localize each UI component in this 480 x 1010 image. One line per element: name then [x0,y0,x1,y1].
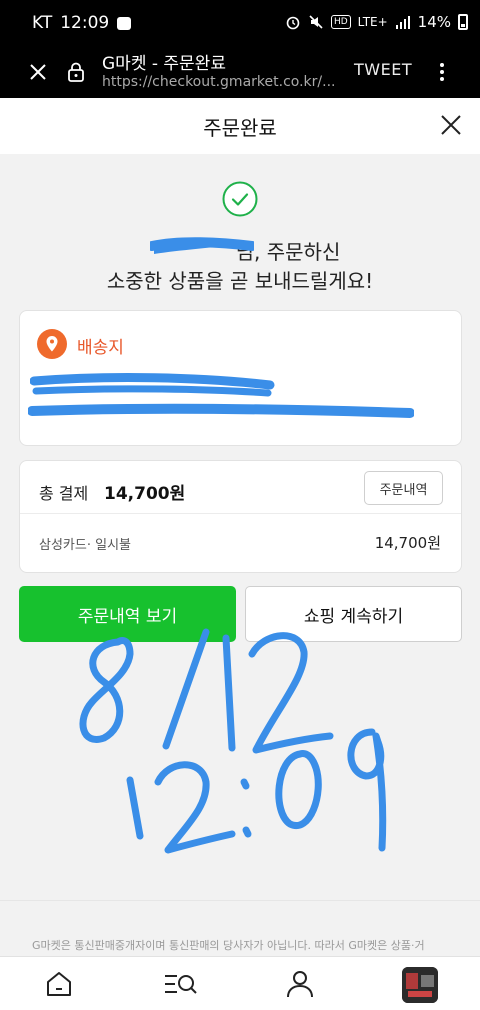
my-page-icon [287,971,313,998]
clock: 12:09 [60,13,110,33]
nav-my-page-button[interactable] [280,965,320,1003]
browser-page-title: G마켓 - 주문완료 [102,54,226,74]
page-header: 주문완료 [0,98,480,154]
close-page-button[interactable] [436,110,466,140]
recent-item-thumbnail[interactable] [402,967,438,1003]
bottom-navigation [0,956,480,1010]
more-options-button[interactable] [430,58,454,86]
divider [20,513,461,514]
redacted-name-scribble [150,237,254,254]
continue-shopping-button[interactable]: 쇼핑 계속하기 [245,586,462,642]
message-notification-icon [117,16,132,30]
total-payment-value: 14,700원 [104,484,186,504]
lock-icon [68,62,84,82]
signal-icon [395,16,410,29]
redacted-address-line-2 [28,403,414,418]
home-icon [47,972,71,996]
battery-percent: 14% [417,13,451,31]
confirmation-line-2: 소중한 상품을 곧 보내드릴게요! [106,269,374,293]
total-payment-label: 총 결제 [39,484,89,503]
category-search-icon [165,975,197,994]
status-bar: KT 12:09 HD LTE+ 14% [0,0,480,46]
close-icon [441,115,461,135]
battery-icon [458,14,468,30]
success-check-icon [222,181,258,217]
browser-toolbar: G마켓 - 주문완료 https://checkout.gmarket.co.k… [0,46,480,98]
payment-method: 삼성카드· 일시불 [39,538,131,553]
carrier-label: KT [32,13,53,33]
payment-amount: 14,700원 [374,534,441,552]
hd-voice-badge: HD [330,15,351,29]
nav-category-search-button[interactable] [160,965,200,1003]
close-browser-button[interactable] [22,56,54,88]
nav-home-button[interactable] [39,965,79,1003]
alarm-icon [286,16,300,30]
location-pin-icon [37,329,67,359]
page-title: 주문완료 [203,116,277,140]
close-icon [30,64,46,80]
order-details-button[interactable]: 주문내역 [364,471,443,505]
recent-product-image [402,967,438,1003]
address-label: 배송지 [77,338,124,358]
order-complete-content: 님, 주문하신 소중한 상품을 곧 보내드릴게요! 배송지 총 결제 14,70… [0,154,480,900]
view-order-history-button[interactable]: 주문내역 보기 [19,586,236,642]
secure-lock-button[interactable] [62,58,90,86]
legal-notice-text: G마켓은 통신판매중개자이며 통신판매의 당사자가 아닙니다. 따라서 G마켓은… [32,939,425,952]
more-vertical-icon [440,63,444,81]
network-type: LTE+ [357,15,388,29]
payment-summary-card: 총 결제 14,700원 주문내역 삼성카드· 일시불 14,700원 [19,460,462,573]
mute-icon [309,15,323,29]
legal-notice: G마켓은 통신판매중개자이며 통신판매의 당사자가 아닙니다. 따라서 G마켓은… [0,900,480,956]
browser-url[interactable]: https://checkout.gmarket.co.kr/... [102,74,335,90]
redacted-address-line-1 [30,373,275,397]
tweet-button[interactable]: TWEET [354,60,412,79]
shipping-address-card: 배송지 [19,310,462,446]
